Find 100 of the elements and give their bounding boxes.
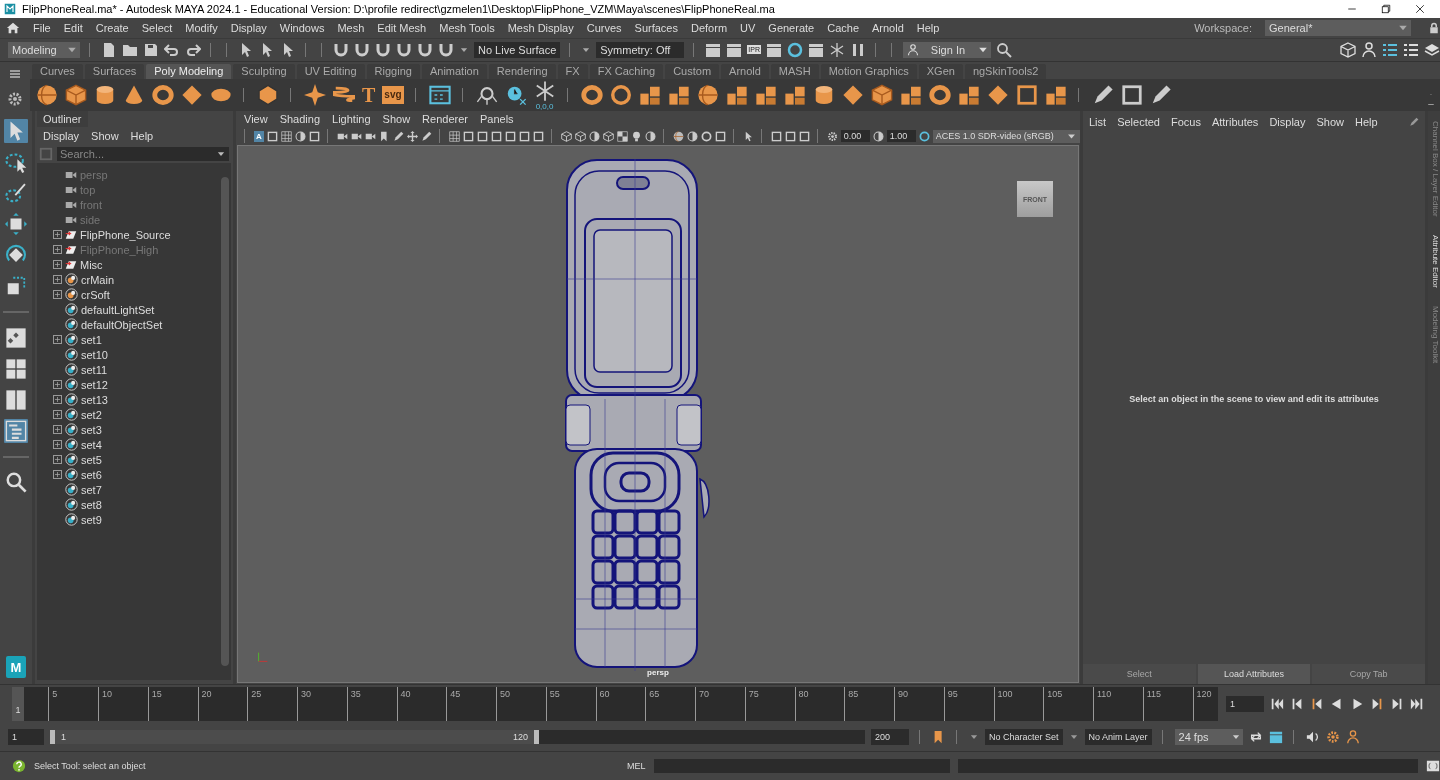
cursor-icon[interactable] <box>4 119 28 144</box>
menu-item[interactable]: Windows <box>279 21 325 34</box>
shelf-tab[interactable]: Sculpting <box>233 63 295 79</box>
expand-icon[interactable] <box>53 290 62 300</box>
outliner-item[interactable]: set3 <box>81 423 102 436</box>
expand-icon[interactable] <box>53 455 62 465</box>
square-icon[interactable] <box>1015 84 1038 107</box>
shelf-tab[interactable]: XGen <box>918 63 963 79</box>
half-circle-icon[interactable] <box>644 130 656 142</box>
end-frame-field[interactable]: 200 <box>871 729 909 746</box>
layers-icon[interactable] <box>1424 41 1440 58</box>
anim-layer-field[interactable]: No Anim Layer <box>1084 729 1152 746</box>
step-forward-icon[interactable] <box>1390 697 1404 712</box>
outliner-item[interactable]: set2 <box>81 408 102 421</box>
expand-icon[interactable] <box>53 395 62 405</box>
shelf-tab[interactable]: Arnold <box>721 63 769 79</box>
torus-icon[interactable] <box>580 84 603 107</box>
text-tool-button[interactable]: T <box>362 84 376 107</box>
outliner-layout-icon[interactable] <box>4 419 28 444</box>
loop-icon[interactable] <box>1248 730 1263 745</box>
sphere-icon[interactable] <box>672 130 684 142</box>
shelf-tab[interactable]: Rendering <box>488 63 556 79</box>
expand-icon[interactable] <box>53 410 62 420</box>
outliner-item[interactable]: set12 <box>81 378 108 391</box>
menu-item[interactable]: Renderer <box>422 113 468 126</box>
live-surface-field[interactable]: No Live Surface <box>474 41 561 58</box>
sign-in-dropdown[interactable]: Sign In <box>902 41 991 58</box>
home-icon[interactable] <box>6 20 20 35</box>
fps-dropdown[interactable]: 24 fps <box>1174 729 1243 746</box>
square-icon[interactable] <box>1120 84 1143 107</box>
torus-icon[interactable] <box>928 84 951 107</box>
current-frame-marker[interactable]: 1 <box>12 687 24 722</box>
half-circle-icon[interactable] <box>294 130 306 142</box>
magnet-icon[interactable] <box>438 41 454 58</box>
shelf-tab[interactable]: Curves <box>32 63 83 79</box>
ring-icon[interactable] <box>609 84 632 107</box>
star-icon[interactable] <box>304 84 326 107</box>
freeze-button[interactable]: 0,0,0 <box>533 79 556 111</box>
blocks-icon[interactable] <box>957 84 980 107</box>
outliner-item[interactable]: set8 <box>81 498 102 511</box>
start-frame-field[interactable]: 1 <box>8 729 44 746</box>
menu-item[interactable]: View <box>244 113 268 126</box>
menu-item[interactable]: Select <box>141 21 173 34</box>
command-language-label[interactable]: MEL <box>627 761 646 772</box>
cube-outline-icon[interactable] <box>574 130 586 142</box>
blocks-icon[interactable] <box>754 84 777 107</box>
redo-icon[interactable] <box>185 41 201 58</box>
move-icon[interactable] <box>4 212 28 237</box>
menu-item[interactable]: Show <box>1316 116 1344 129</box>
move-icon[interactable] <box>406 130 418 142</box>
menu-item[interactable]: Selected <box>1117 116 1160 129</box>
diamond-icon[interactable] <box>986 84 1009 107</box>
current-frame-field[interactable]: 1 <box>1226 696 1264 713</box>
blocks-icon[interactable] <box>667 84 690 107</box>
menu-item[interactable]: Arnold <box>872 21 904 34</box>
outliner-item[interactable]: crMain <box>81 273 114 286</box>
menu-item[interactable]: Create <box>95 21 129 34</box>
menu-item[interactable]: Show <box>91 130 119 143</box>
outliner-item[interactable]: set7 <box>81 483 102 496</box>
diamond-icon[interactable] <box>181 84 203 107</box>
menu-item[interactable]: Help <box>130 130 154 143</box>
new-file-icon[interactable] <box>101 41 117 58</box>
next-key-icon[interactable] <box>1370 697 1384 712</box>
blocks-icon[interactable] <box>783 84 806 107</box>
go-to-end-icon[interactable] <box>1410 697 1424 712</box>
menu-item[interactable]: Surfaces <box>634 21 678 34</box>
torus-icon[interactable] <box>152 84 174 107</box>
menu-item[interactable]: Mesh Tools <box>439 21 495 34</box>
menu-item[interactable]: Modify <box>185 21 218 34</box>
expand-icon[interactable] <box>53 275 62 285</box>
cube-outline-icon[interactable] <box>560 130 572 142</box>
expand-icon[interactable] <box>53 230 62 240</box>
expand-icon[interactable] <box>53 380 62 390</box>
menu-item[interactable]: Show <box>382 113 411 126</box>
person-icon[interactable] <box>1345 730 1360 745</box>
checker-icon[interactable] <box>616 130 628 142</box>
cube-outline-icon[interactable] <box>1340 41 1356 58</box>
menu-item[interactable]: Display <box>43 130 80 143</box>
magnet-icon[interactable] <box>396 41 412 58</box>
outliner-item[interactable]: set9 <box>81 513 102 526</box>
pen-icon[interactable] <box>420 130 432 142</box>
range-end-handle[interactable] <box>534 730 539 745</box>
magnet-icon[interactable] <box>417 41 433 58</box>
outliner-item[interactable]: set13 <box>81 393 108 406</box>
range-slider[interactable]: 1 120 <box>50 730 865 745</box>
menu-item[interactable]: Deform <box>691 21 728 34</box>
symmetry-field[interactable]: Symmetry: Off <box>596 41 685 58</box>
clapper-icon[interactable] <box>807 41 824 58</box>
menu-item[interactable]: Cache <box>827 21 859 34</box>
shelf-tab[interactable]: Poly Modeling <box>146 63 232 79</box>
menu-item[interactable]: Help <box>916 21 940 34</box>
speaker-icon[interactable] <box>1305 730 1320 745</box>
range-start-handle[interactable] <box>50 730 55 745</box>
half-circle-icon[interactable] <box>686 130 698 142</box>
menu-item[interactable]: Mesh <box>337 21 365 34</box>
color-space-dropdown[interactable]: ACES 1.0 SDR-video (sRGB) <box>932 129 1080 143</box>
half-circle-icon[interactable] <box>588 130 600 142</box>
menu-item[interactable]: Attributes <box>1211 116 1259 129</box>
command-field[interactable] <box>653 759 950 774</box>
settings-icon[interactable] <box>826 130 838 142</box>
